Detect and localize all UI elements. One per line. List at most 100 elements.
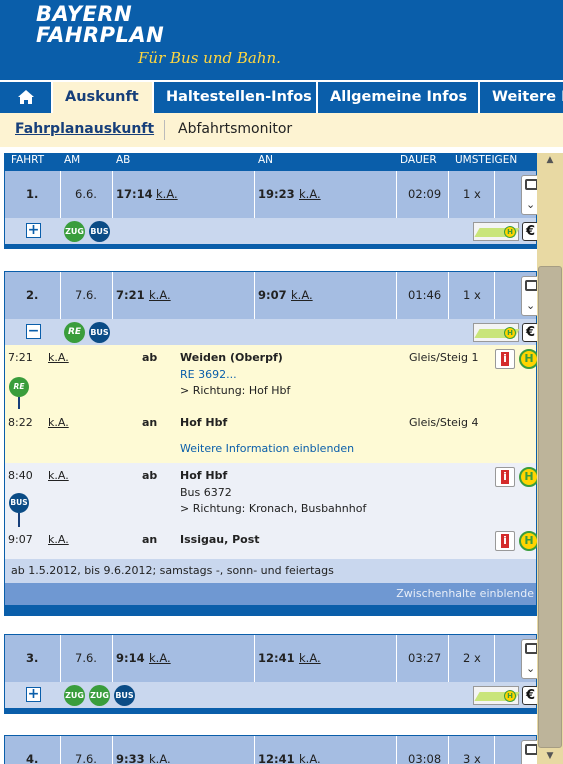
euro-icon[interactable]: €: [522, 222, 537, 241]
leg-dep-stop: Hof Hbf: [180, 469, 228, 482]
tab-haltestellen-infos[interactable]: Haltestellen-Infos: [154, 82, 318, 113]
departure-time: 7:21: [116, 288, 145, 302]
logo-line2: FAHRPLAN: [36, 23, 165, 47]
tab-allgemeine-infos[interactable]: Allgemeine Infos: [318, 82, 480, 113]
scrollbar-thumb[interactable]: [538, 266, 562, 748]
changes: 3 x: [463, 752, 481, 764]
leg-arr-stop: Issigau, Post: [180, 533, 260, 546]
departure-time: 9:33: [116, 752, 145, 764]
info-icon[interactable]: i: [495, 349, 515, 369]
col-dauer: DAUER: [400, 154, 437, 166]
expand-button[interactable]: +: [26, 223, 41, 238]
leg-arr-realtime: k.A.: [48, 416, 69, 429]
leg-dep-direction: ab: [142, 469, 158, 482]
connection-toolbar: + ZUG BUS H €: [5, 218, 537, 244]
show-intermediate-stops[interactable]: Zwischenhalte einblende: [5, 583, 536, 605]
connection-summary[interactable]: 3. 7.6. 9:14 k.A. 12:41 k.A. 03:27 2 x ⌄: [5, 635, 537, 682]
euro-icon[interactable]: €: [522, 323, 537, 342]
main-navigation: Auskunft Haltestellen-Infos Allgemeine I…: [0, 80, 563, 113]
connection-date: 7.6.: [75, 752, 97, 764]
leg-arr-direction: an: [142, 416, 158, 429]
stop-info-h-icon[interactable]: H: [519, 467, 537, 487]
info-icon[interactable]: i: [495, 467, 515, 487]
departure-time: 17:14: [116, 187, 153, 201]
home-icon: [18, 90, 34, 104]
tab-weitere-dienste[interactable]: Weitere D: [480, 82, 563, 113]
ticket-map-icon[interactable]: H: [473, 222, 520, 241]
arrival-realtime: k.A.: [299, 752, 321, 764]
stop-info-h-icon[interactable]: H: [519, 531, 537, 551]
print-button[interactable]: ⌄: [521, 175, 537, 215]
duration: 02:09: [408, 187, 442, 201]
expand-button[interactable]: +: [26, 687, 41, 702]
ticket-map-icon[interactable]: H: [473, 686, 520, 705]
leg-arr-stop: Hof Hbf: [180, 416, 228, 429]
results-header: FAHRT AM AB AN DAUER UMSTEIGEN: [4, 153, 537, 170]
print-button[interactable]: ⌄: [521, 740, 537, 764]
arrival-realtime: k.A.: [299, 651, 321, 665]
changes: 1 x: [463, 288, 481, 302]
info-icon[interactable]: i: [495, 531, 515, 551]
line-link[interactable]: RE 3692...: [180, 368, 237, 381]
chevron-down-icon: ⌄: [526, 198, 536, 211]
arrival-time: 12:41: [258, 651, 295, 665]
collapse-button[interactable]: −: [26, 324, 41, 339]
connection-date: 7.6.: [75, 651, 97, 665]
connection-summary[interactable]: 1. 6.6. 17:14 k.A. 19:23 k.A. 02:09 1 x ⌄: [5, 171, 537, 218]
logo-tagline: Für Bus und Bahn.: [138, 49, 281, 67]
leg-dep-stop: Weiden (Oberpf): [180, 351, 283, 364]
leg-dep-time: 7:21: [8, 351, 33, 364]
leg-dep-realtime: k.A.: [48, 351, 69, 364]
printer-icon: [525, 280, 537, 291]
stop-info-h-icon[interactable]: H: [519, 349, 537, 369]
app: BAYERN FAHRPLAN Für Bus und Bahn. Auskun…: [0, 0, 563, 764]
leg-dep-platform: Gleis/Steig 1: [409, 351, 479, 364]
connection-2[interactable]: 2. 7.6. 7:21 k.A. 9:07 k.A. 01:46 1 x ⌄ − …: [4, 271, 537, 616]
subtab-fahrplanauskunft[interactable]: Fahrplanauskunft: [15, 121, 154, 137]
subnav-divider: [164, 120, 165, 140]
leg-2-details: 8:40 k.A. ab Hof Hbf Bus 6372 > Richtung…: [5, 463, 537, 559]
re-train-icon: RE: [9, 377, 29, 397]
tab-auskunft[interactable]: Auskunft: [53, 82, 154, 113]
connection-1[interactable]: 1. 6.6. 17:14 k.A. 19:23 k.A. 02:09 1 x ⌄ …: [4, 170, 537, 249]
print-button[interactable]: ⌄: [521, 276, 537, 316]
home-tab[interactable]: [0, 82, 53, 113]
connection-summary[interactable]: 4. 7.6. 9:33 k.A. 12:41 k.A. 03:08 3 x ⌄: [5, 736, 537, 764]
connection-4[interactable]: 4. 7.6. 9:33 k.A. 12:41 k.A. 03:08 3 x ⌄: [4, 735, 537, 764]
bus-icon: BUS: [89, 322, 110, 343]
leg-arr-platform: Gleis/Steig 4: [409, 416, 479, 429]
leg-timeline: [18, 397, 20, 409]
connection-summary[interactable]: 2. 7.6. 7:21 k.A. 9:07 k.A. 01:46 1 x ⌄: [5, 272, 537, 319]
leg-dep-time: 8:40: [8, 469, 33, 482]
departure-realtime: k.A.: [149, 752, 171, 764]
leg-dep-direction: ab: [142, 351, 158, 364]
changes: 1 x: [463, 187, 481, 201]
connection-3[interactable]: 3. 7.6. 9:14 k.A. 12:41 k.A. 03:27 2 x ⌄ +…: [4, 634, 537, 714]
subtab-abfahrtsmonitor[interactable]: Abfahrtsmonitor: [178, 121, 292, 137]
connection-date: 7.6.: [75, 288, 97, 302]
arrival-time: 9:07: [258, 288, 287, 302]
re-train-icon: RE: [64, 322, 85, 343]
print-button[interactable]: ⌄: [521, 639, 537, 679]
scroll-down-arrow-icon[interactable]: ▼: [537, 749, 563, 764]
leg-direction: > Richtung: Kronach, Busbahnhof: [180, 502, 367, 515]
duration: 03:08: [408, 752, 442, 764]
printer-icon: [525, 643, 537, 654]
bayern-fahrplan-logo[interactable]: BAYERN FAHRPLAN Für Bus und Bahn.: [36, 4, 281, 68]
arrival-time: 12:41: [258, 752, 295, 764]
scrollbar[interactable]: ▲ ▼: [537, 153, 563, 764]
chevron-down-icon: ⌄: [526, 299, 536, 312]
zug-icon: ZUG: [64, 221, 85, 242]
chevron-down-icon: ⌄: [526, 662, 536, 675]
col-umsteigen: UMSTEIGEN: [455, 154, 518, 166]
euro-icon[interactable]: €: [522, 686, 537, 705]
printer-icon: [525, 744, 537, 755]
leg-timeline: [18, 513, 20, 527]
scroll-up-arrow-icon[interactable]: ▲: [537, 153, 563, 167]
more-info-link[interactable]: Weitere Information einblenden: [180, 442, 354, 455]
results-list: FAHRT AM AB AN DAUER UMSTEIGEN 1. 6.6. 1…: [0, 153, 537, 764]
departure-realtime: k.A.: [149, 651, 171, 665]
ticket-map-icon[interactable]: H: [473, 323, 520, 342]
col-am: AM: [64, 154, 81, 166]
leg-direction: > Richtung: Hof Hbf: [180, 384, 291, 397]
